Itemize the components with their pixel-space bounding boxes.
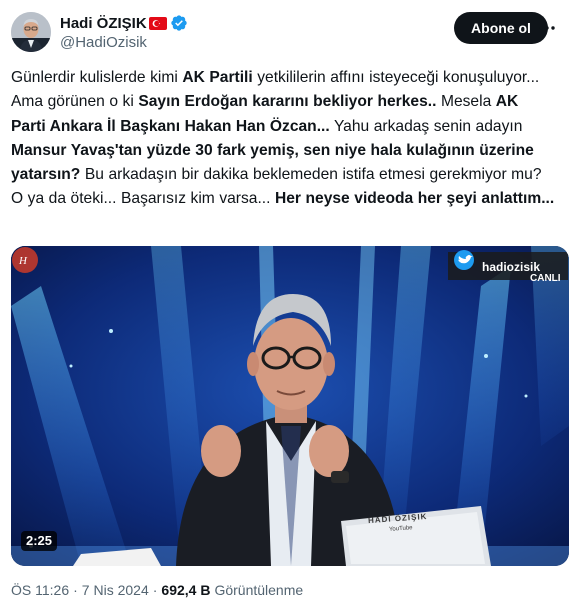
verified-badge-icon[interactable] <box>170 14 188 32</box>
tweet-date[interactable]: 7 Nis 2024 <box>82 582 149 598</box>
view-label: Görüntülenme <box>214 582 304 598</box>
svg-text:H: H <box>18 255 28 267</box>
turkey-flag-icon <box>148 16 167 30</box>
tweet-text-segment: AK Partili <box>182 69 253 86</box>
tweet-text-segment: Sayın Erdoğan kararını bekliyor herkes.. <box>138 93 437 111</box>
tweet-text-segment: Günlerdir kulislerde kimi <box>11 69 183 86</box>
meta-separator: · <box>73 582 78 598</box>
tweet-text-segment: Yahu arkadaş senin adayın <box>329 117 523 135</box>
channel-name: hadiozisik <box>482 260 541 274</box>
video-duration: 2:25 <box>21 531 58 551</box>
view-count: 692,4 B <box>161 582 211 598</box>
more-icon[interactable] <box>537 18 557 38</box>
tweet-text-segment: Her neyse videoda her şeyi anlattım... <box>274 190 555 208</box>
name-row: Hadi ÖZIŞIK <box>60 13 188 33</box>
display-name[interactable]: Hadi ÖZIŞIK <box>60 15 147 32</box>
tweet-header: Hadi ÖZIŞIK @HadiOzisik Abone ol <box>11 12 559 56</box>
follow-button[interactable]: Abone ol <box>454 12 548 44</box>
author-names: Hadi ÖZIŞIK @HadiOzisik <box>60 13 188 51</box>
tweet-text: Günlerdir kulislerde kimi AK Partili yet… <box>11 66 556 212</box>
tweet-time[interactable]: ÖS 11:26 <box>11 582 69 598</box>
avatar[interactable] <box>11 12 51 52</box>
tweet-text-segment: Mesela <box>436 93 496 111</box>
video-player[interactable]: H hadiozisik CANLI HADİ ÖZIŞIK YouTube 2… <box>11 246 569 566</box>
author-handle[interactable]: @HadiOzisik <box>60 34 188 51</box>
live-label: CANLI <box>530 273 561 284</box>
meta-separator: · <box>152 582 158 598</box>
tweet-meta: ÖS 11:26 · 7 Nis 2024 · 692,4 B Görüntül… <box>11 582 303 598</box>
video-thumbnail: H <box>11 246 569 566</box>
